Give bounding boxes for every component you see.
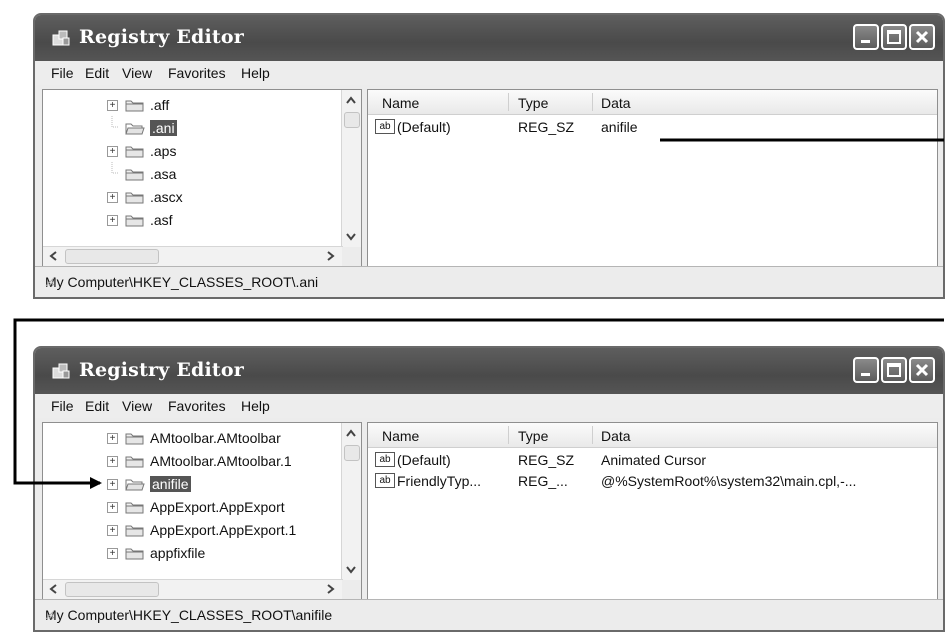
connector-arrows [13, 138, 944, 489]
connector-line-return [13, 318, 944, 489]
